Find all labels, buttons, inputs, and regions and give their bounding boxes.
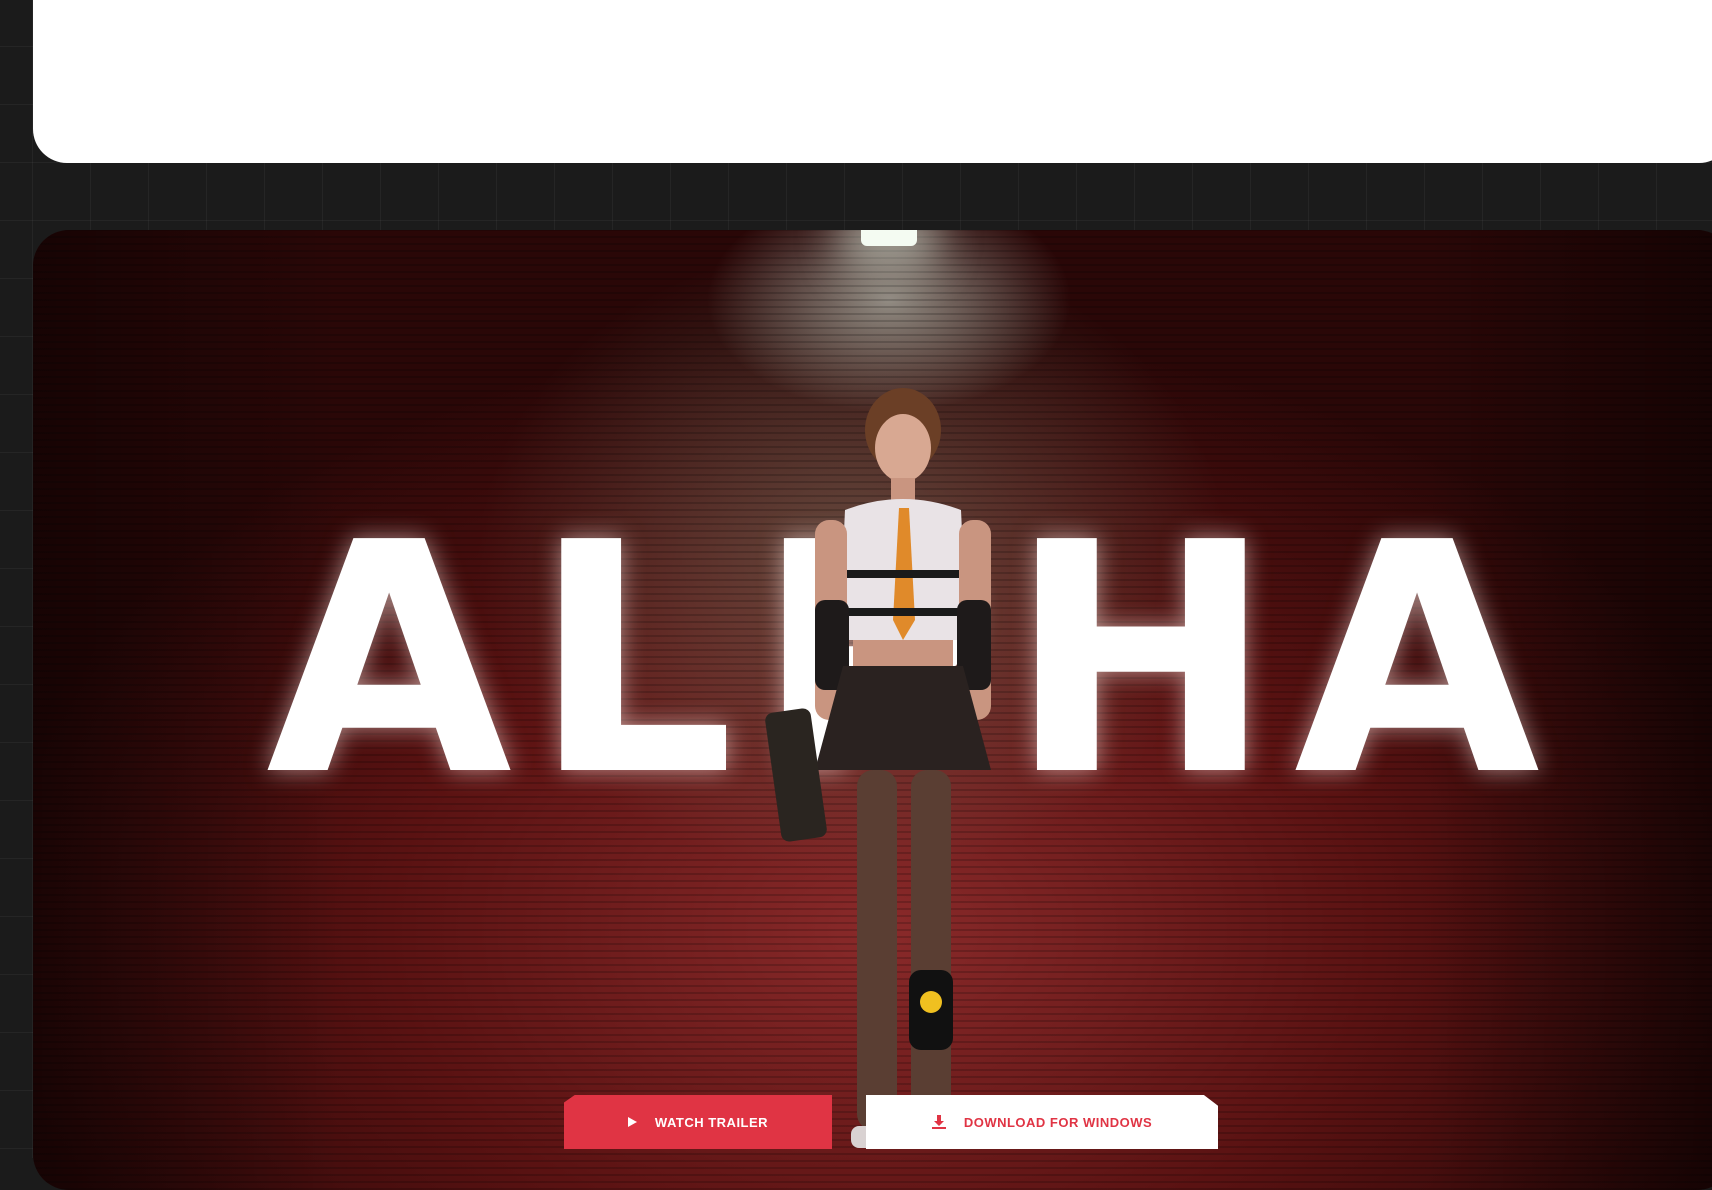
watch-trailer-button[interactable]: WATCH TRAILER — [564, 1095, 832, 1149]
hero-actions: WATCH TRAILER DOWNLOAD FOR WINDOWS — [564, 1095, 1218, 1149]
ceiling-lamp — [861, 230, 917, 246]
download-icon — [931, 1115, 946, 1129]
hero-banner: ALPHA — [33, 230, 1712, 1190]
hero-character-image — [765, 388, 991, 1148]
download-windows-label: DOWNLOAD FOR WINDOWS — [963, 1114, 1153, 1130]
top-card — [33, 0, 1712, 163]
download-windows-button[interactable]: DOWNLOAD FOR WINDOWS — [866, 1095, 1218, 1149]
play-icon — [627, 1117, 637, 1127]
watch-trailer-label: WATCH TRAILER — [654, 1114, 769, 1130]
